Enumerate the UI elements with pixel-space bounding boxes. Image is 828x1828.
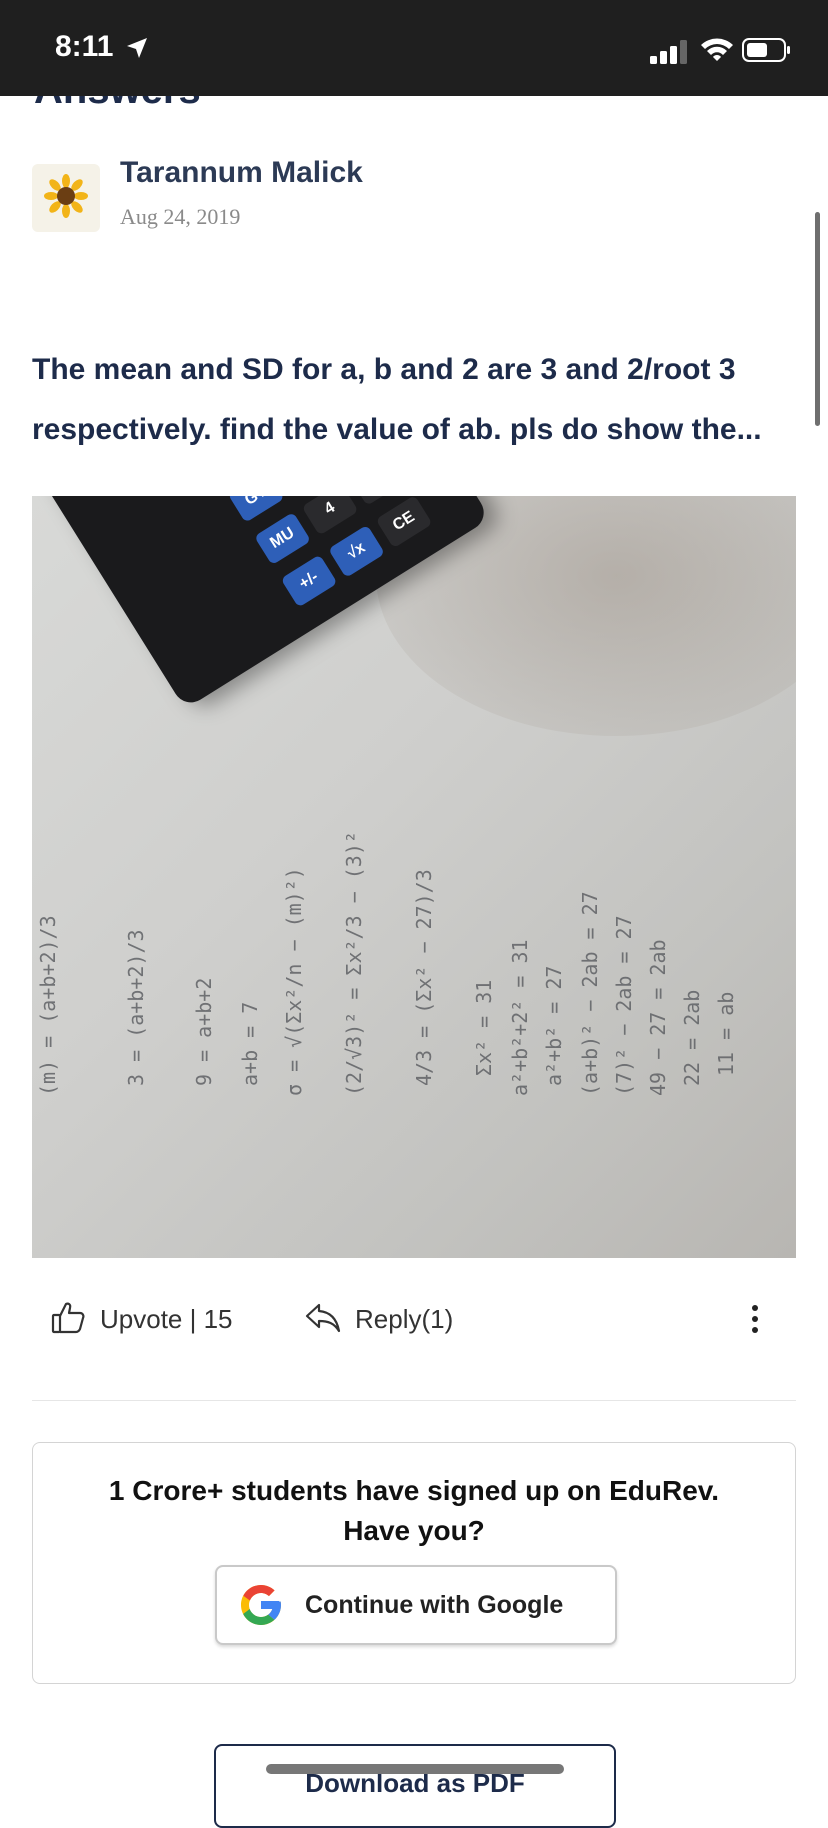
- avatar[interactable]: [32, 164, 100, 232]
- sunflower-icon: [44, 173, 88, 223]
- math-line: 4/3 = (Σx² − 27)/3: [412, 869, 436, 1086]
- status-time: 8:11: [55, 30, 114, 63]
- reply-icon[interactable]: [305, 1302, 341, 1339]
- calc-key: +/-: [280, 554, 338, 608]
- signal-icon: [650, 40, 690, 69]
- google-button-label: Continue with Google: [305, 1591, 564, 1619]
- math-line: 3 = (a+b+2)/3: [124, 929, 148, 1086]
- math-line: Σx² = 31: [472, 979, 496, 1076]
- math-line: 11 = ab: [714, 991, 738, 1076]
- calc-key: √x: [328, 524, 386, 578]
- math-line: 9 = a+b+2: [192, 977, 216, 1086]
- math-line: (m) = (a+b+2)/3: [36, 915, 60, 1096]
- math-line: σ = √(Σx²/n − (m)²): [282, 867, 306, 1096]
- thumbs-up-icon[interactable]: [50, 1300, 86, 1341]
- signup-title-line1: 1 Crore+ students have signed up on EduR…: [108, 1475, 720, 1506]
- wifi-icon: [700, 36, 734, 67]
- answer-image[interactable]: GT MU +/- √x CE 7 4 1 0 5 (m) = (a+b+2)/…: [32, 496, 796, 1258]
- question-text[interactable]: The mean and SD for a, b and 2 are 3 and…: [32, 340, 792, 460]
- calc-key: MU: [254, 511, 312, 566]
- math-line: 22 = 2ab: [680, 989, 704, 1086]
- google-logo-icon: [237, 1581, 285, 1634]
- download-pdf-button[interactable]: Download as PDF: [214, 1744, 616, 1828]
- calc-key: CE: [375, 496, 433, 549]
- math-line: 49 − 27 = 2ab: [646, 939, 670, 1096]
- battery-icon: [742, 38, 792, 67]
- scrollbar[interactable]: [815, 212, 820, 426]
- math-line: (2/√3)² = Σx²/3 − (3)²: [342, 831, 366, 1096]
- reply-button[interactable]: Reply(1): [355, 1304, 453, 1335]
- signup-title-line2: Have you?: [343, 1515, 485, 1546]
- answer-action-bar: Upvote | 15 Reply(1): [0, 1296, 828, 1344]
- location-arrow-icon: [125, 36, 149, 65]
- divider: [32, 1400, 796, 1401]
- more-options-icon[interactable]: [750, 1304, 760, 1339]
- calc-key: GT: [227, 496, 285, 523]
- signup-title: 1 Crore+ students have signed up on EduR…: [33, 1471, 795, 1551]
- math-line: (7)² − 2ab = 27: [612, 915, 636, 1096]
- author-name[interactable]: Tarannum Malick: [120, 156, 363, 190]
- upvote-button[interactable]: Upvote | 15: [100, 1304, 233, 1335]
- home-indicator[interactable]: [266, 1764, 564, 1774]
- calc-key: 4: [301, 496, 359, 536]
- math-line: a²+b² = 27: [542, 965, 566, 1086]
- math-line: a²+b²+2² = 31: [508, 939, 532, 1096]
- continue-with-google-button[interactable]: Continue with Google: [215, 1565, 617, 1645]
- status-bar: 8:11: [0, 0, 828, 96]
- post-date: Aug 24, 2019: [120, 204, 241, 229]
- math-line: (a+b)² − 2ab = 27: [578, 891, 602, 1096]
- math-line: a+b = 7: [238, 1001, 262, 1086]
- signup-card: 1 Crore+ students have signed up on EduR…: [32, 1442, 796, 1684]
